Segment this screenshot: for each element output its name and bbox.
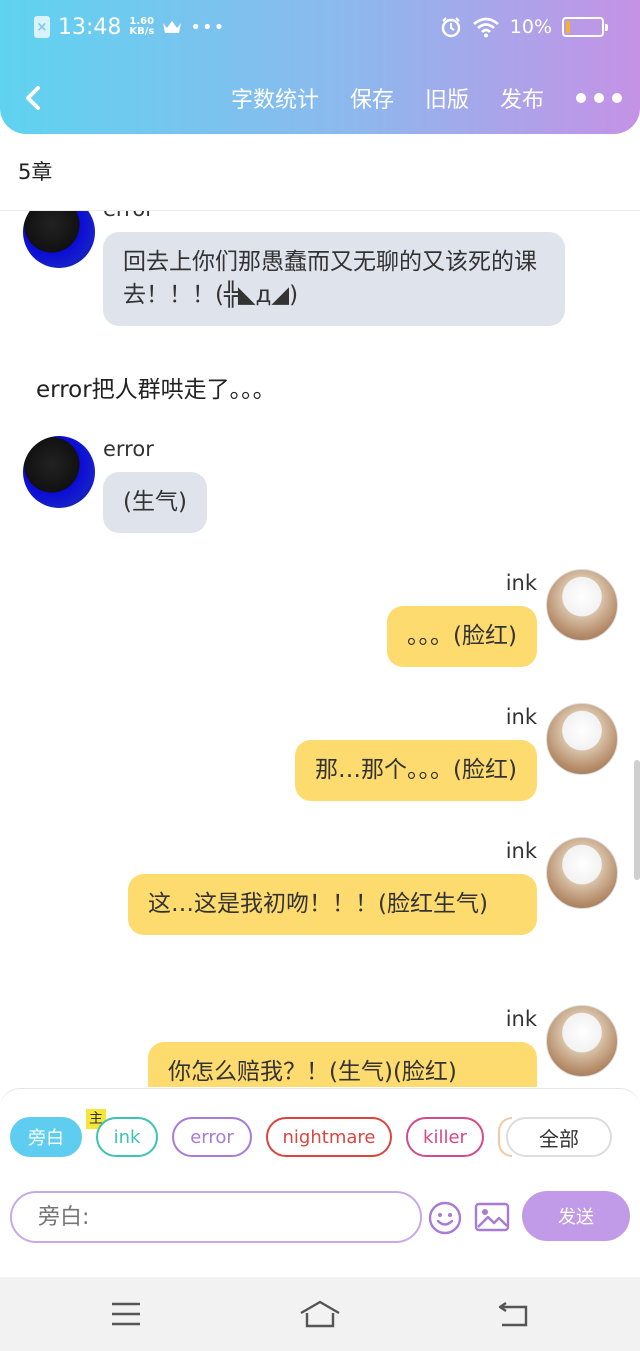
smiley-icon[interactable] <box>428 1201 462 1235</box>
notification-more-icon: ••• <box>190 16 226 38</box>
avatar-error[interactable] <box>23 436 95 508</box>
sender-name: ink <box>505 839 537 863</box>
chip-nightmare[interactable]: nightmare <box>266 1117 392 1157</box>
message-input[interactable] <box>10 1191 422 1243</box>
top-nav: 字数统计 保存 旧版 发布 <box>0 76 640 120</box>
chevron-left-icon[interactable] <box>20 82 48 114</box>
chip-narrator[interactable]: 旁白 <box>10 1117 82 1157</box>
sender-name: error <box>103 211 154 221</box>
avatar-ink[interactable] <box>546 569 618 641</box>
publish-button[interactable]: 发布 <box>500 82 544 114</box>
chat-area[interactable]: error 回去上你们那愚蠢而又无聊的又该死的课去！！！(╬◣д◢) error… <box>0 211 640 1087</box>
more-dots-icon[interactable] <box>576 93 622 103</box>
home-icon[interactable] <box>298 1299 342 1329</box>
old-version-button[interactable]: 旧版 <box>425 82 469 114</box>
status-time: 13:48 <box>58 14 122 40</box>
status-bar: × 13:48 1.60 KB/s ••• 10% <box>0 10 640 44</box>
no-sim-icon: × <box>34 16 50 38</box>
return-icon[interactable] <box>496 1299 532 1329</box>
all-characters-button[interactable]: 全部 <box>506 1117 612 1157</box>
chip-killer[interactable]: killer <box>406 1117 484 1157</box>
crown-icon <box>163 21 182 33</box>
chip-error[interactable]: error <box>172 1117 252 1157</box>
word-count-button[interactable]: 字数统计 <box>231 82 319 114</box>
image-icon[interactable] <box>474 1201 510 1233</box>
battery-icon <box>562 17 608 37</box>
sender-name: ink <box>505 1007 537 1031</box>
avatar-error[interactable] <box>23 211 95 268</box>
chip-ink[interactable]: ink <box>96 1117 158 1157</box>
message-bubble[interactable]: 这…这是我初吻！！！(脸红生气) <box>128 874 537 935</box>
scrollbar-thumb[interactable] <box>634 760 640 880</box>
network-speed: 1.60 KB/s <box>129 17 154 37</box>
message-bubble[interactable]: 你怎么赔我？！(生气)(脸红) <box>148 1042 537 1087</box>
avatar-ink[interactable] <box>546 703 618 775</box>
alarm-icon <box>441 17 460 38</box>
send-button[interactable]: 发送 <box>522 1191 630 1241</box>
message-bubble[interactable]: 回去上你们那愚蠢而又无聊的又该死的课去！！！(╬◣д◢) <box>103 232 565 326</box>
chapter-title: 5章 <box>18 160 53 184</box>
message-bubble[interactable]: (生气) <box>103 472 207 533</box>
avatar-ink[interactable] <box>546 837 618 909</box>
message-bubble[interactable]: 。。。(脸红) <box>387 606 537 667</box>
composer-row: 发送 <box>10 1191 630 1245</box>
system-nav-bar <box>0 1277 640 1351</box>
battery-percent: 10% <box>509 16 552 38</box>
narration-text[interactable]: error把人群哄走了。。。 <box>36 370 276 404</box>
app-header: × 13:48 1.60 KB/s ••• 10% 字数统计 保存 旧版 发布 <box>0 0 640 134</box>
message-bubble[interactable]: 那…那个。。。(脸红) <box>295 740 537 801</box>
sender-name: ink <box>505 571 537 595</box>
speed-unit: KB/s <box>129 26 155 37</box>
character-chips[interactable]: 旁白 主 ink error nightmare killer 全部 <box>10 1109 640 1159</box>
save-button[interactable]: 保存 <box>350 82 394 114</box>
composer-panel: 旁白 主 ink error nightmare killer 全部 发送 <box>0 1088 640 1248</box>
sender-name: ink <box>505 705 537 729</box>
sender-name: error <box>103 437 154 461</box>
avatar-ink[interactable] <box>546 1005 618 1077</box>
wifi-icon <box>472 17 499 38</box>
menu-icon[interactable] <box>108 1299 144 1329</box>
